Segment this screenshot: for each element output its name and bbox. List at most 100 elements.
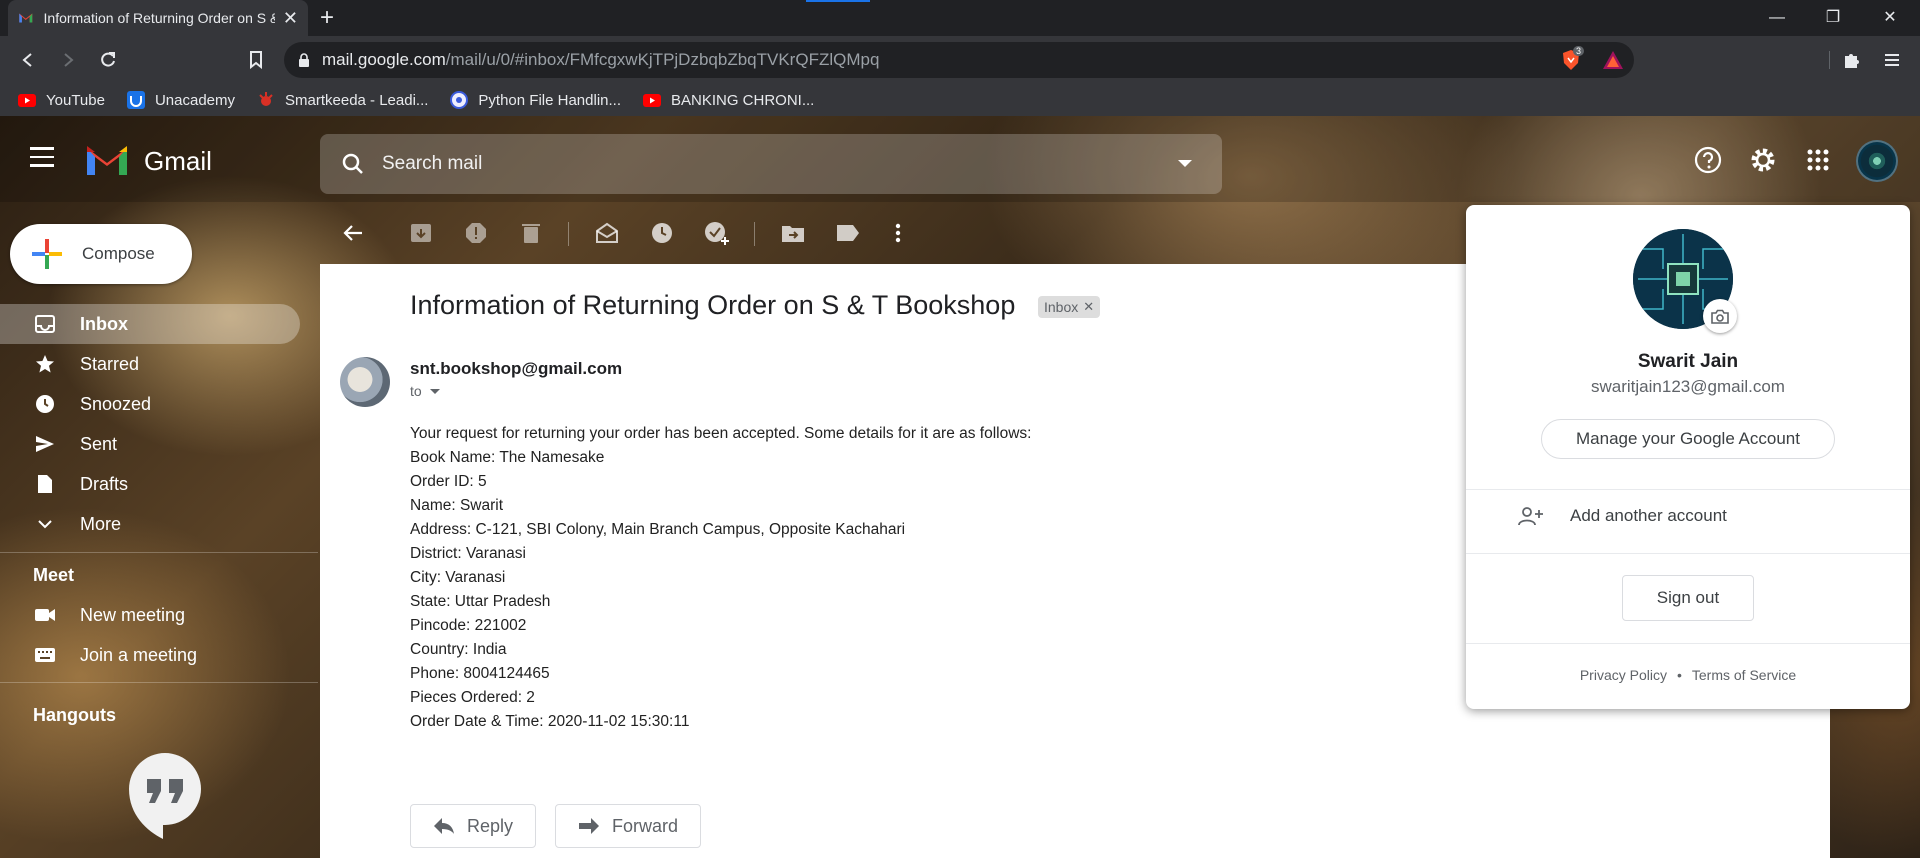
folder-move-icon xyxy=(782,226,804,242)
bookmark-unacademy[interactable]: Unacademy xyxy=(126,91,235,109)
reply-button[interactable]: Reply xyxy=(410,804,537,848)
meet-new-meeting[interactable]: New meeting xyxy=(0,595,300,635)
extensions-button[interactable] xyxy=(1838,46,1866,74)
recipient-details[interactable]: to xyxy=(410,383,440,399)
url-path: /mail/u/0/#inbox/FMfcgxwKjTPjDzbqbZbqTVK… xyxy=(445,50,880,69)
browser-tab-strip: Information of Returning Order on S & T … xyxy=(0,0,1920,36)
compose-button[interactable]: Compose xyxy=(10,224,192,284)
sidebar-item-starred[interactable]: Starred xyxy=(0,344,300,384)
add-task-icon xyxy=(705,222,729,245)
python-icon xyxy=(450,91,469,109)
reload-button[interactable] xyxy=(94,46,122,74)
meet-section-title: Meet xyxy=(33,565,75,585)
search-bar[interactable] xyxy=(320,134,1222,194)
search-options-caret-icon[interactable] xyxy=(1178,160,1192,167)
sidebar-divider xyxy=(0,682,318,683)
bookmark-smartkeeda[interactable]: Smartkeeda - Leadi... xyxy=(257,91,428,109)
tab-close-icon[interactable]: ✕ xyxy=(283,9,298,27)
bookmark-label: Python File Handlin... xyxy=(478,91,621,109)
browser-tab-active[interactable]: Information of Returning Order on S & T … xyxy=(8,0,308,36)
account-email: swaritjain123@gmail.com xyxy=(1591,377,1785,396)
spam-icon xyxy=(466,223,486,243)
sidebar-item-label: More xyxy=(80,513,122,534)
minimize-button[interactable]: — xyxy=(1763,6,1791,30)
puzzle-icon xyxy=(1845,54,1859,68)
forward-button[interactable] xyxy=(54,46,82,74)
body-line: Pieces Ordered: 2 xyxy=(410,689,535,706)
forward-arrow-icon xyxy=(64,53,74,67)
report-spam-button[interactable] xyxy=(463,220,489,246)
bookmark-label: BANKING CHRONI... xyxy=(671,91,815,109)
privacy-policy-link[interactable]: Privacy Policy xyxy=(1580,667,1667,683)
main-menu-button[interactable] xyxy=(30,147,56,171)
back-to-inbox-button[interactable] xyxy=(340,220,366,246)
delete-button[interactable] xyxy=(518,220,544,246)
close-window-button[interactable]: ✕ xyxy=(1876,6,1904,30)
support-button[interactable] xyxy=(1692,144,1724,176)
search-input[interactable] xyxy=(382,153,1162,175)
google-apps-button[interactable] xyxy=(1802,144,1834,176)
back-arrow-icon xyxy=(22,53,32,67)
sidebar-item-sent[interactable]: Sent xyxy=(0,424,300,464)
meet-join-meeting[interactable]: Join a meeting xyxy=(0,635,300,675)
sidebar-item-label: Drafts xyxy=(80,473,129,494)
back-button[interactable] xyxy=(14,46,42,74)
manage-account-button[interactable]: Manage your Google Account xyxy=(1541,419,1835,459)
rewards-triangle-icon xyxy=(1603,51,1623,69)
brave-shields-icon[interactable]: 3 xyxy=(1560,46,1585,71)
address-bar[interactable]: mail.google.com/mail/u/0/#inbox/FMfcgxwK… xyxy=(284,42,1830,78)
brave-badge-count: 3 xyxy=(1573,46,1585,56)
gmail-logo[interactable]: Gmail xyxy=(84,144,212,178)
bookmark-page-button[interactable] xyxy=(242,46,270,74)
hangouts-sign-in-bubble[interactable] xyxy=(127,751,203,841)
add-to-tasks-button[interactable] xyxy=(704,220,730,246)
restore-button[interactable]: ❐ xyxy=(1819,6,1847,30)
more-options-button[interactable] xyxy=(885,220,911,246)
remove-label-icon[interactable]: ✕ xyxy=(1083,299,1094,315)
brave-rewards-icon[interactable] xyxy=(1602,50,1624,75)
sidebar-item-snoozed[interactable]: Snoozed xyxy=(0,384,300,424)
terms-of-service-link[interactable]: Terms of Service xyxy=(1692,667,1796,683)
add-account-button[interactable]: Add another account xyxy=(1466,489,1910,543)
change-photo-button[interactable] xyxy=(1703,299,1737,333)
label-chip-text: Inbox xyxy=(1044,299,1079,315)
body-line: Address: C-121, SBI Colony, Main Branch … xyxy=(410,521,906,538)
omnibox-divider xyxy=(1829,51,1830,69)
mark-unread-button[interactable] xyxy=(594,220,620,246)
body-line: State: Uttar Pradesh xyxy=(410,593,551,610)
browser-menu-button[interactable] xyxy=(1878,46,1906,74)
draft-icon xyxy=(34,473,56,495)
forward-label: Forward xyxy=(612,815,679,836)
bookmark-youtube[interactable]: YouTube xyxy=(18,91,105,109)
clock-icon xyxy=(652,223,672,243)
labels-button[interactable] xyxy=(835,220,861,246)
url-host: mail.google.com xyxy=(322,50,446,69)
move-to-button[interactable] xyxy=(780,220,806,246)
search-icon[interactable] xyxy=(342,153,364,175)
bookmark-banking-chronicle[interactable]: BANKING CHRONI... xyxy=(643,91,814,109)
account-avatar-button[interactable] xyxy=(1856,140,1898,182)
video-icon xyxy=(34,604,56,626)
sidebar-item-label: Starred xyxy=(80,353,140,374)
sender-address[interactable]: snt.bookshop@gmail.com xyxy=(410,359,622,379)
bookmark-python[interactable]: Python File Handlin... xyxy=(450,91,621,109)
add-account-label: Add another account xyxy=(1570,506,1727,525)
settings-button[interactable] xyxy=(1747,144,1779,176)
meet-item-label: Join a meeting xyxy=(80,644,198,665)
archive-button[interactable] xyxy=(408,220,434,246)
new-tab-button[interactable]: + xyxy=(314,6,340,32)
forward-button[interactable]: Forward xyxy=(555,804,702,848)
inbox-label-chip[interactable]: Inbox ✕ xyxy=(1038,296,1101,318)
chevron-down-icon xyxy=(34,513,56,535)
bookmark-label: YouTube xyxy=(46,91,105,109)
caret-down-icon[interactable] xyxy=(429,388,440,394)
youtube-icon xyxy=(643,91,661,109)
sidebar-item-inbox[interactable]: Inbox xyxy=(0,304,300,344)
sidebar-item-drafts[interactable]: Drafts xyxy=(0,464,300,504)
tab-strip-accent xyxy=(806,0,870,2)
sign-out-button[interactable]: Sign out xyxy=(1622,575,1754,621)
account-menu-popup: Swarit Jain swaritjain123@gmail.com Mana… xyxy=(1466,205,1910,709)
snooze-button[interactable] xyxy=(649,220,675,246)
lock-icon xyxy=(299,52,309,67)
sidebar-item-more[interactable]: More xyxy=(0,504,300,544)
